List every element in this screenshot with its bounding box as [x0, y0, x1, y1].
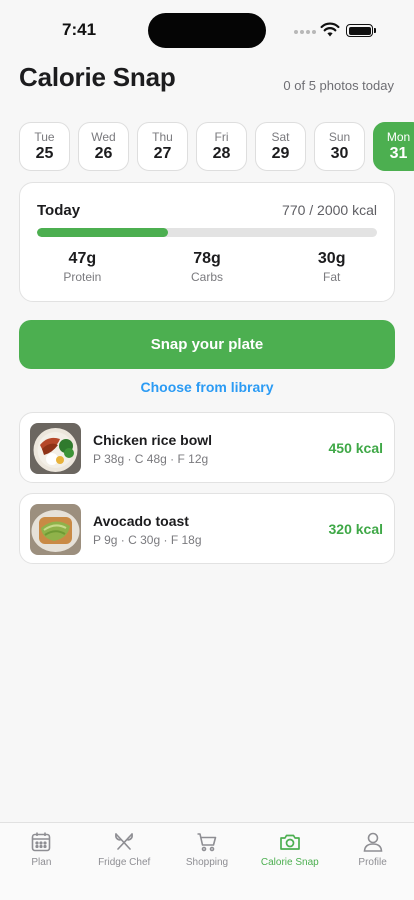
macro-label: Carbs [191, 270, 224, 284]
meal-card[interactable]: Chicken rice bowl P 38g · C 48g · F 12g … [19, 412, 395, 483]
date-chip-day: 29 [271, 145, 290, 162]
date-chip-weekday: Tue [34, 130, 55, 144]
wifi-icon [320, 22, 340, 37]
dynamic-island [148, 13, 266, 48]
date-chip-tue[interactable]: Tue 25 [19, 122, 70, 171]
macro-carbs: 78g Carbs [145, 249, 270, 285]
status-time: 7:41 [62, 20, 97, 39]
macro-label: Fat [323, 270, 341, 284]
date-chip-weekday: Fri [214, 130, 229, 144]
macro-value: 47g [68, 250, 97, 267]
date-chip-weekday: Sat [271, 130, 290, 144]
camera-icon [279, 834, 300, 850]
calorie-progress-fill [37, 228, 168, 237]
tab-label: Plan [31, 857, 52, 868]
date-chip-day: 30 [330, 145, 349, 162]
cart-icon [197, 833, 217, 852]
status-bar: 7:41 [0, 0, 414, 60]
tab-shopping[interactable]: Shopping [166, 823, 249, 900]
meal-name: Chicken rice bowl [93, 432, 213, 448]
calorie-progress-bar [37, 228, 377, 237]
macro-protein: 47g Protein [20, 249, 145, 285]
tab-bar: Plan Fridge Chef Shopping Calorie Snap P… [0, 822, 414, 900]
macro-fat: 30g Fat [269, 249, 394, 285]
date-chip-day: 26 [94, 145, 113, 162]
photo-count: 0 of 5 photos today [283, 78, 394, 93]
date-chip-sat[interactable]: Sat 29 [255, 122, 306, 171]
summary-title: Today [37, 202, 81, 219]
chicken-rice-bowl-photo [30, 423, 81, 474]
utensils-icon [115, 833, 134, 850]
tab-plan[interactable]: Plan [0, 823, 83, 900]
meal-card[interactable]: Avocado toast P 9g · C 30g · F 18g 320 k… [19, 493, 395, 564]
meal-calories: 450 kcal [328, 440, 384, 456]
date-chip-day: 27 [153, 145, 172, 162]
page-title: Calorie Snap [19, 62, 176, 92]
date-chip-weekday: Mon [386, 130, 411, 144]
date-strip[interactable]: Tue 25 Wed 26 Thu 27 Fri 28 Sat 29 Sun 3… [19, 122, 414, 172]
date-chip-mon-selected[interactable]: Mon 31 [373, 122, 414, 171]
snap-plate-button[interactable]: Snap your plate [19, 320, 395, 369]
date-chip-weekday: Thu [152, 130, 173, 144]
meal-calories: 320 kcal [328, 521, 384, 537]
meal-name: Avocado toast [93, 513, 189, 529]
battery-icon [346, 24, 376, 37]
tab-label: Profile [358, 857, 387, 868]
tab-label: Shopping [185, 857, 229, 868]
date-chip-wed[interactable]: Wed 26 [78, 122, 129, 171]
date-chip-day: 25 [35, 145, 54, 162]
macro-value: 78g [193, 250, 221, 267]
calendar-icon [32, 832, 51, 852]
date-chip-sun[interactable]: Sun 30 [314, 122, 365, 171]
meal-macros: P 9g · C 30g · F 18g [93, 533, 202, 547]
cellular-signal-icon [294, 30, 316, 34]
choose-from-library-link[interactable]: Choose from library [0, 379, 414, 395]
macro-label: Protein [63, 270, 102, 284]
avocado-toast-photo [30, 504, 81, 555]
date-chip-day: 28 [212, 145, 231, 162]
date-chip-fri[interactable]: Fri 28 [196, 122, 247, 171]
date-chip-weekday: Wed [91, 130, 116, 144]
macro-breakdown: 47g Protein 78g Carbs 30g Fat [20, 249, 394, 285]
calorie-total: 770 / 2000 kcal [282, 202, 377, 218]
tab-label: Fridge Chef [98, 857, 151, 868]
macro-value: 30g [317, 250, 346, 267]
date-chip-thu[interactable]: Thu 27 [137, 122, 188, 171]
tab-profile[interactable]: Profile [331, 823, 414, 900]
tab-label: Calorie Snap [260, 857, 319, 868]
tab-fridge-chef[interactable]: Fridge Chef [83, 823, 166, 900]
meal-macros: P 38g · C 48g · F 12g [93, 452, 209, 466]
person-icon [363, 832, 382, 852]
daily-summary-card: Today 770 / 2000 kcal 47g Protein 78g Ca… [19, 182, 395, 302]
date-chip-weekday: Sun [328, 130, 351, 144]
tab-calorie-snap[interactable]: Calorie Snap [248, 823, 331, 900]
date-chip-day: 31 [389, 145, 408, 162]
